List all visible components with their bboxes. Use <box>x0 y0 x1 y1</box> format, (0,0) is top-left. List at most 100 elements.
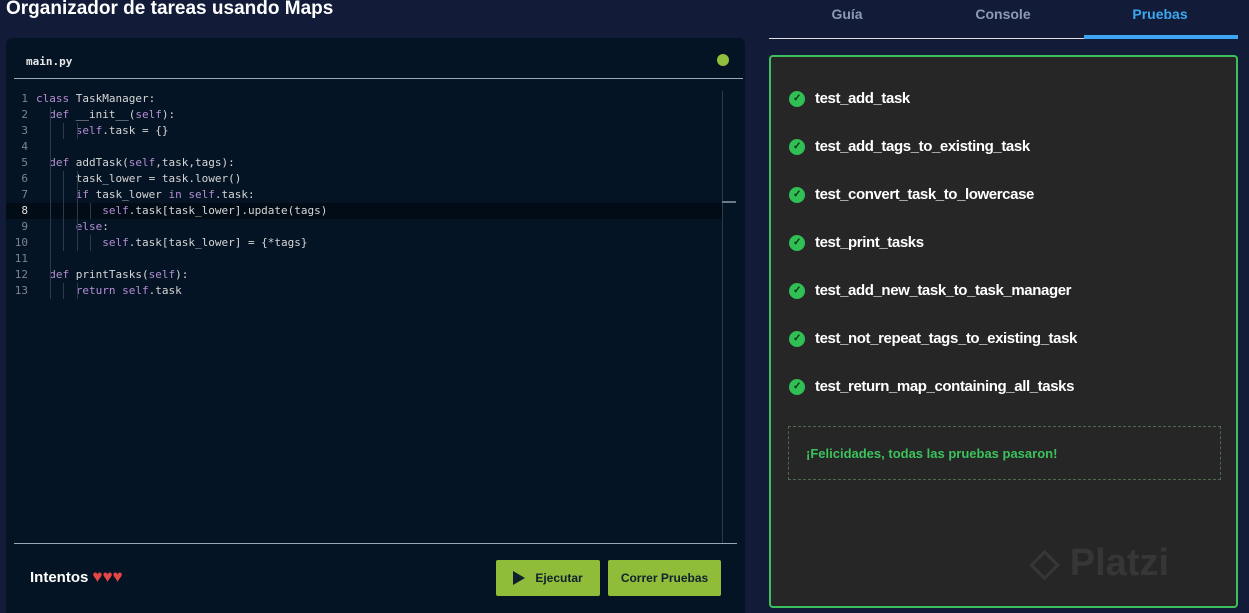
code-text: .task <box>148 284 182 297</box>
heart-icon: ♥ <box>112 567 123 586</box>
platzi-watermark: ◇ Platzi <box>1030 542 1170 584</box>
indent-guide <box>63 283 65 299</box>
code-editor[interactable]: main.py 1 class TaskManager: 2 def __init_… <box>6 38 745 613</box>
hearts: ♥♥♥ <box>92 568 122 586</box>
line-number: 4 <box>21 140 28 153</box>
check-circle-icon: ✓ <box>789 90 805 107</box>
code-keyword: self <box>102 204 129 217</box>
indent-guide <box>76 235 78 251</box>
indent-guide <box>63 235 65 251</box>
code-text: addTask( <box>75 156 129 169</box>
active-tab-indicator <box>1084 35 1238 39</box>
code-line[interactable]: 5 def addTask(self,task,tags): <box>6 155 723 171</box>
indent-guide <box>50 283 51 299</box>
divider <box>14 78 743 79</box>
attempts-label: Intentos <box>30 568 89 586</box>
line-number: 12 <box>14 268 28 281</box>
code-text: TaskManager: <box>75 92 156 105</box>
play-icon <box>513 571 526 585</box>
status-dot <box>717 54 729 66</box>
test-name: test_print_tasks <box>815 234 924 251</box>
code-text: task_lower <box>95 188 169 201</box>
indent-guide <box>89 235 91 251</box>
tab-console[interactable]: Console <box>925 6 1081 22</box>
code-text: .task: <box>214 188 255 201</box>
code-text: .task[task_lower] = {*tags} <box>128 236 308 249</box>
test-name: test_add_task <box>815 90 910 107</box>
code-text: .task[task_lower].update(tags) <box>128 204 328 217</box>
code-line[interactable]: 6 task_lower = task.lower() <box>6 171 723 187</box>
code-text: __init__( <box>75 108 136 121</box>
code-keyword: def <box>49 156 76 169</box>
heart-icon: ♥ <box>92 567 103 586</box>
code-keyword: self <box>75 124 103 137</box>
tab-guia[interactable]: Guía <box>769 6 925 22</box>
indent-guide <box>50 107 51 123</box>
attempts: Intentos ♥♥♥ <box>30 568 123 586</box>
indent-guide <box>50 219 51 235</box>
code-line[interactable]: 4 <box>6 139 723 155</box>
code-keyword: self <box>102 236 129 249</box>
file-tab[interactable]: main.py <box>26 55 72 68</box>
tab-bar: Guía Console Pruebas <box>769 0 1238 39</box>
indent-guide <box>63 187 65 203</box>
code-keyword: self <box>128 156 156 169</box>
run-tests-button[interactable]: Correr Pruebas <box>608 560 721 596</box>
code-line[interactable]: 12 def printTasks(self): <box>6 267 723 283</box>
indent-guide <box>76 123 78 139</box>
code-area[interactable]: 1 class TaskManager: 2 def __init__(self):… <box>6 91 723 299</box>
check-circle-icon: ✓ <box>789 378 805 395</box>
test-name: test_not_repeat_tags_to_existing_task <box>815 330 1077 347</box>
page-title: Organizador de tareas usando Maps <box>6 0 334 19</box>
line-number: 2 <box>21 108 28 121</box>
code-line[interactable]: 1 class TaskManager: <box>6 91 723 107</box>
code-line[interactable]: 11 <box>6 251 723 267</box>
indent-guide <box>63 203 65 219</box>
success-message: ¡Felicidades, todas las pruebas pasaron! <box>788 426 1221 480</box>
line-number: 8 <box>21 204 28 217</box>
indent-guide <box>50 267 51 283</box>
test-name: test_return_map_containing_all_tasks <box>815 378 1075 395</box>
code-keyword: class <box>36 92 76 105</box>
code-text: ,task,tags): <box>155 156 235 169</box>
indent-guide <box>50 139 51 155</box>
code-line[interactable]: 3 self.task = {} <box>6 123 723 139</box>
line-number: 7 <box>21 188 28 201</box>
indent-guide <box>50 155 51 171</box>
scrollbar[interactable] <box>722 91 723 543</box>
indent-guide <box>76 187 78 203</box>
scrollbar-marker <box>722 201 736 203</box>
indent-guide <box>76 171 78 187</box>
indent-guide <box>50 235 51 251</box>
line-number: 9 <box>21 220 28 233</box>
code-keyword: self <box>135 108 162 121</box>
line-number: 1 <box>21 92 28 105</box>
code-text: : <box>102 220 109 233</box>
check-circle-icon: ✓ <box>789 234 805 251</box>
code-line[interactable]: 7 if task_lower in self.task: <box>6 187 723 203</box>
code-keyword: if <box>75 188 96 201</box>
test-result: ✓ test_convert_task_to_lowercase <box>789 186 1034 203</box>
code-line[interactable]: 13 return self.task <box>6 283 723 299</box>
code-line[interactable]: 9 else: <box>6 219 723 235</box>
code-text: task_lower = task.lower() <box>75 172 242 185</box>
line-number: 3 <box>21 124 28 137</box>
line-number: 5 <box>21 156 28 169</box>
code-line[interactable]: 10 self.task[task_lower] = {*tags} <box>6 235 723 251</box>
line-number: 10 <box>14 236 28 249</box>
code-text: .task = {} <box>102 124 169 137</box>
run-button[interactable]: Ejecutar <box>496 560 600 596</box>
code-text: ): <box>175 268 189 281</box>
indent-guide <box>50 123 51 139</box>
indent-guide <box>50 203 51 219</box>
indent-guide <box>76 219 78 235</box>
test-result: ✓ test_return_map_containing_all_tasks <box>789 378 1074 395</box>
tab-pruebas[interactable]: Pruebas <box>1082 6 1238 22</box>
code-line[interactable]: 8 self.task[task_lower].update(tags) <box>6 203 723 219</box>
test-result: ✓ test_add_tags_to_existing_task <box>789 138 1030 155</box>
code-keyword: def <box>49 108 76 121</box>
indent-guide <box>89 203 91 219</box>
code-line[interactable]: 2 def __init__(self): <box>6 107 723 123</box>
check-circle-icon: ✓ <box>789 186 805 203</box>
line-number: 6 <box>21 172 28 185</box>
